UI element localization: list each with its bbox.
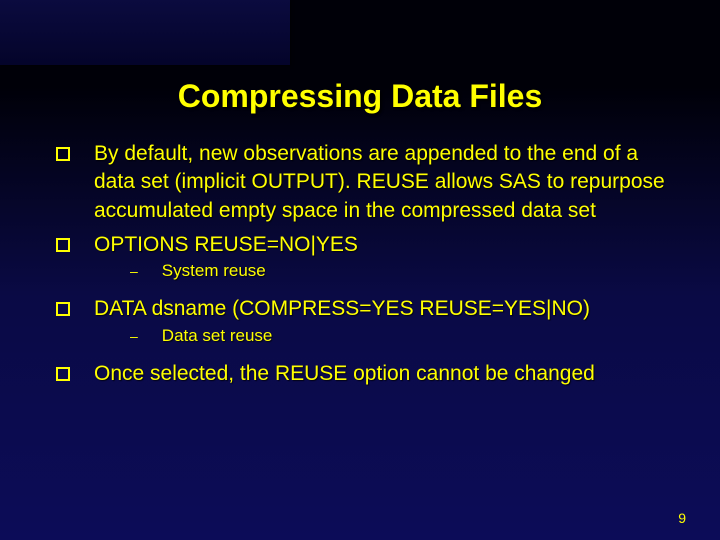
sub-bullet-item: – Data set reuse [130,326,680,346]
corner-accent [0,0,290,65]
slide: Compressing Data Files By default, new o… [0,0,720,540]
slide-body: By default, new observations are appende… [56,140,680,394]
sub-bullet-text: System reuse [162,261,266,281]
sub-bullet-item: – System reuse [130,261,680,281]
dash-bullet-icon: – [130,328,138,346]
square-bullet-icon [56,302,70,316]
square-bullet-icon [56,238,70,252]
bullet-item: OPTIONS REUSE=NO|YES [56,231,680,259]
bullet-text: DATA dsname (COMPRESS=YES REUSE=YES|NO) [94,295,590,323]
slide-title: Compressing Data Files [0,78,720,115]
bullet-text: By default, new observations are appende… [94,140,680,225]
dash-bullet-icon: – [130,263,138,281]
sub-bullet-text: Data set reuse [162,326,273,346]
bullet-item: Once selected, the REUSE option cannot b… [56,360,680,388]
bullet-item: DATA dsname (COMPRESS=YES REUSE=YES|NO) [56,295,680,323]
bullet-text: Once selected, the REUSE option cannot b… [94,360,595,388]
page-number: 9 [678,510,686,526]
bullet-text: OPTIONS REUSE=NO|YES [94,231,358,259]
square-bullet-icon [56,147,70,161]
bullet-item: By default, new observations are appende… [56,140,680,225]
square-bullet-icon [56,367,70,381]
